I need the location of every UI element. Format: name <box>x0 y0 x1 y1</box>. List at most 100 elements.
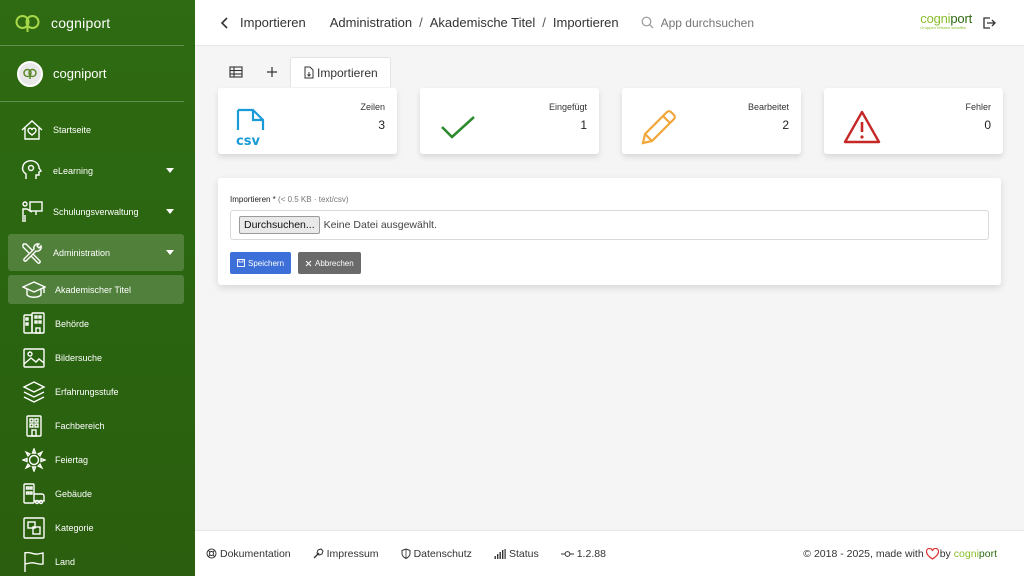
breadcrumb-administration[interactable]: Administration <box>330 15 412 30</box>
sidebar-item-land[interactable]: Land <box>8 547 184 576</box>
footer-link-status[interactable]: Status <box>494 548 539 560</box>
sidebar-item-fachbereich[interactable]: Fachbereich <box>8 411 184 440</box>
sidebar-item-label: eLearning <box>53 165 94 176</box>
topbar: Importieren Administration / Akademische… <box>195 0 1024 46</box>
chevron-down-icon <box>166 249 174 255</box>
sidebar-item-label: Gebäude <box>55 488 93 499</box>
sidebar-item-feiertag[interactable]: Feiertag <box>8 445 184 474</box>
sidebar-item-bildersuche[interactable]: Bildersuche <box>8 343 184 372</box>
footer-link-impressum[interactable]: Impressum <box>313 548 379 560</box>
import-form: Importieren * (< 0.5 KB · text/csv) Durc… <box>218 178 1001 285</box>
sidebar: cogniport cogniport Startseite eLearning… <box>0 0 195 576</box>
chevron-down-icon <box>166 208 174 214</box>
stat-card-fehler: Fehler 0 <box>824 88 1003 154</box>
footer-link-datenschutz[interactable]: Datenschutz <box>401 548 472 560</box>
stat-title: Eingefügt <box>548 102 587 112</box>
tools-icon <box>22 242 42 264</box>
stat-title: Bearbeitet <box>747 102 789 112</box>
footer-brand-part-a: cogni <box>953 548 979 560</box>
stat-card-eingefuegt: Eingefügt 1 <box>420 88 599 154</box>
sidebar-item-label: Schulungsverwaltung <box>53 206 139 217</box>
logo-part-a: cogni <box>920 11 951 26</box>
csv-file-icon: csv <box>236 108 265 148</box>
commit-icon <box>560 550 574 557</box>
tab-bar: Importieren <box>218 57 391 87</box>
sidebar-item-schulungsverwaltung[interactable]: Schulungsverwaltung <box>8 193 184 230</box>
stat-title: Fehler <box>965 102 991 112</box>
check-icon <box>441 116 475 139</box>
hammer-icon <box>313 548 324 559</box>
sidebar-item-label: Erfahrungsstufe <box>55 386 119 397</box>
sidebar-item-label: Startseite <box>53 124 92 135</box>
stat-value: 1 <box>580 118 587 132</box>
sidebar-brand[interactable]: cogniport <box>0 0 184 46</box>
chevron-left-icon <box>220 16 228 29</box>
footer-version: 1.2.88 <box>560 547 606 560</box>
tab-add[interactable] <box>254 57 290 87</box>
breadcrumb-importieren: Importieren <box>552 15 619 30</box>
search-input[interactable] <box>660 15 811 30</box>
sidebar-item-label: Behörde <box>55 318 90 329</box>
save-label: Speichern <box>248 258 285 268</box>
user-profile[interactable]: cogniport <box>0 46 184 102</box>
sidebar-item-startseite[interactable]: Startseite <box>8 111 184 148</box>
avatar <box>17 60 43 87</box>
tab-label: Importieren <box>317 65 378 80</box>
brand-name: cogniport <box>51 14 111 31</box>
save-button[interactable]: Speichern <box>230 252 292 274</box>
sidebar-item-kategorie[interactable]: Kategorie <box>8 513 184 542</box>
logo-part-b: port <box>950 11 972 26</box>
back-button[interactable] <box>220 16 232 29</box>
file-status: Keine Datei ausgewählt. <box>323 219 437 231</box>
footer-link-label: Datenschutz <box>413 547 472 560</box>
file-input[interactable]: Durchsuchen... Keine Datei ausgewählt. <box>230 210 989 240</box>
cogniport-logo-icon <box>15 14 40 32</box>
page-title: Importieren <box>240 15 306 30</box>
plus-icon <box>267 67 277 77</box>
sidebar-item-erfahrungsstufe[interactable]: Erfahrungsstufe <box>8 377 184 406</box>
logout-icon[interactable] <box>982 16 996 30</box>
stat-value: 3 <box>378 118 385 132</box>
flag-icon <box>24 551 44 572</box>
browse-button[interactable]: Durchsuchen... <box>239 216 320 234</box>
stat-card-zeilen: csv Zeilen 3 <box>218 88 397 154</box>
office-icon <box>26 414 42 437</box>
stat-value: 2 <box>782 118 789 132</box>
signal-icon <box>494 548 506 559</box>
heart-icon <box>925 548 939 560</box>
footer-brand-part-b: port <box>978 548 997 560</box>
graduation-cap-icon <box>22 280 46 298</box>
sidebar-item-label: Land <box>55 556 76 567</box>
user-name: cogniport <box>53 66 107 81</box>
file-import-icon <box>304 66 314 79</box>
stat-title: Zeilen <box>360 102 385 112</box>
footer-link-label: Dokumentation <box>220 547 291 560</box>
pencil-icon <box>641 110 676 145</box>
footer-link-dokumentation[interactable]: Dokumentation <box>206 548 291 560</box>
sidebar-item-behoerde[interactable]: Behörde <box>8 309 184 338</box>
stats-cards: csv Zeilen 3 Eingefügt 1 Bearbeitet 2 Fe… <box>218 88 1003 154</box>
import-label-text: Importieren * <box>230 195 276 204</box>
topbar-logo[interactable]: cogniport Gruppen Wissen schaffen <box>920 11 972 30</box>
sidebar-item-label: Kategorie <box>55 522 94 533</box>
sidebar-item-elearning[interactable]: eLearning <box>8 152 184 189</box>
sidebar-item-administration[interactable]: Administration <box>8 234 184 271</box>
copyright: © 2018 - 2025, made with by cogni port <box>803 548 997 560</box>
tab-importieren[interactable]: Importieren <box>290 57 391 87</box>
sidebar-item-label: Bildersuche <box>55 352 103 363</box>
logo-tagline: Gruppen Wissen schaffen <box>920 25 967 30</box>
sidebar-item-akademischer-titel[interactable]: Akademischer Titel <box>8 275 184 304</box>
version-label: 1.2.88 <box>576 547 606 560</box>
cancel-button[interactable]: Abbrechen <box>298 252 361 274</box>
warning-icon <box>843 110 881 144</box>
avatar-logo-icon <box>23 68 37 79</box>
floppy-icon <box>237 259 245 267</box>
sun-icon <box>22 447 46 472</box>
image-icon <box>23 347 45 368</box>
building-icon <box>23 311 45 334</box>
breadcrumb-akademische-titel[interactable]: Akademische Titel <box>430 15 536 30</box>
footer-link-label: Status <box>508 547 539 560</box>
tab-table[interactable] <box>218 57 254 87</box>
sidebar-item-gebaeude[interactable]: Gebäude <box>8 479 184 508</box>
layers-icon <box>22 380 46 403</box>
